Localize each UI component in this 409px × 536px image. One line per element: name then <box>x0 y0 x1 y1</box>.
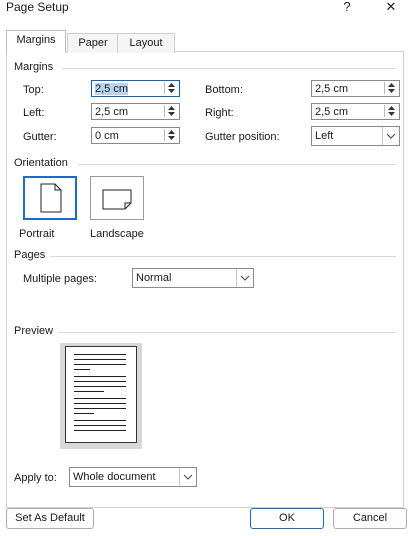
bottom-margin-spinner[interactable] <box>384 82 398 95</box>
spin-down-icon <box>388 112 395 116</box>
spin-up-icon <box>388 83 395 87</box>
preview-divider <box>58 332 396 333</box>
preview-area <box>60 343 142 449</box>
cancel-button[interactable]: Cancel <box>333 508 407 529</box>
preview-text-line <box>74 398 126 399</box>
spin-down-icon <box>168 89 175 93</box>
spin-down-icon <box>168 136 175 140</box>
landscape-option[interactable] <box>90 176 144 220</box>
gutter-position-value: Left <box>315 130 334 142</box>
set-as-default-button[interactable]: Set As Default <box>6 508 94 529</box>
right-margin-field[interactable]: 2,5 cm <box>311 103 400 120</box>
pages-divider <box>50 256 396 257</box>
preview-text-line <box>74 403 126 404</box>
spin-up-icon <box>168 83 175 87</box>
preview-text-line <box>74 408 126 409</box>
right-margin-spinner[interactable] <box>384 105 398 118</box>
tab-layout[interactable]: Layout <box>117 33 175 53</box>
preview-text-line <box>74 391 104 392</box>
gutter-position-label: Gutter position: <box>205 131 280 143</box>
help-button[interactable]: ? <box>336 0 358 16</box>
tab-margins[interactable]: Margins <box>6 30 66 53</box>
landscape-page-icon <box>102 189 132 210</box>
chevron-down-icon[interactable] <box>382 127 399 145</box>
tab-strip: Margins Paper Layout <box>6 30 402 53</box>
ok-button[interactable]: OK <box>250 508 324 529</box>
left-margin-field[interactable]: 2,5 cm <box>91 103 180 120</box>
preview-text-line <box>74 425 126 426</box>
top-margin-value: 2,5 cm <box>95 83 129 95</box>
gutter-field[interactable]: 0 cm <box>91 127 180 144</box>
gutter-label: Gutter: <box>23 131 57 143</box>
multiple-pages-select[interactable]: Normal <box>132 268 254 288</box>
bottom-label: Bottom: <box>205 84 243 96</box>
close-button[interactable]: ✕ <box>380 0 402 16</box>
top-margin-field[interactable]: 2,5 cm <box>91 80 180 97</box>
pages-section-label: Pages <box>14 249 46 261</box>
preview-text-line <box>74 364 126 365</box>
top-margin-spinner[interactable] <box>164 82 178 95</box>
preview-page <box>65 346 137 443</box>
dialog-title: Page Setup <box>6 0 69 14</box>
preview-text-line <box>74 386 126 387</box>
preview-text-line <box>74 376 126 377</box>
portrait-page-icon <box>40 183 62 213</box>
multiple-pages-label: Multiple pages: <box>23 273 97 285</box>
apply-to-select[interactable]: Whole document <box>69 467 197 487</box>
spin-up-icon <box>388 106 395 110</box>
preview-section-label: Preview <box>14 325 54 337</box>
apply-to-value: Whole document <box>73 471 156 483</box>
preview-text-line <box>74 381 126 382</box>
preview-text-line <box>74 359 126 360</box>
gutter-value: 0 cm <box>95 130 119 142</box>
preview-text-line <box>74 354 126 355</box>
spin-down-icon <box>388 89 395 93</box>
left-margin-spinner[interactable] <box>164 105 178 118</box>
gutter-position-select[interactable]: Left <box>311 126 400 146</box>
right-label: Right: <box>205 107 234 119</box>
bottom-margin-value: 2,5 cm <box>315 83 349 95</box>
orientation-section-label: Orientation <box>14 157 68 169</box>
apply-to-label: Apply to: <box>14 472 57 484</box>
tab-paper[interactable]: Paper <box>67 33 119 53</box>
preview-text-line <box>74 420 126 421</box>
spin-down-icon <box>168 112 175 116</box>
margins-section-label: Margins <box>14 61 54 73</box>
chevron-down-icon[interactable] <box>236 269 253 287</box>
left-margin-value: 2,5 cm <box>95 106 129 118</box>
preview-text-line <box>74 369 90 370</box>
right-margin-value: 2,5 cm <box>315 106 349 118</box>
gutter-spinner[interactable] <box>164 129 178 142</box>
portrait-label: Portrait <box>19 228 55 240</box>
orientation-divider <box>78 164 396 165</box>
portrait-option[interactable] <box>23 176 77 220</box>
multiple-pages-value: Normal <box>136 272 172 284</box>
chevron-down-icon[interactable] <box>179 468 196 486</box>
margins-divider <box>62 68 396 69</box>
top-label: Top: <box>23 84 44 96</box>
left-label: Left: <box>23 107 45 119</box>
preview-text-line <box>74 413 94 414</box>
preview-text-line <box>74 430 126 431</box>
bottom-margin-field[interactable]: 2,5 cm <box>311 80 400 97</box>
spin-up-icon <box>168 106 175 110</box>
spin-up-icon <box>168 130 175 134</box>
landscape-label: Landscape <box>90 228 144 240</box>
